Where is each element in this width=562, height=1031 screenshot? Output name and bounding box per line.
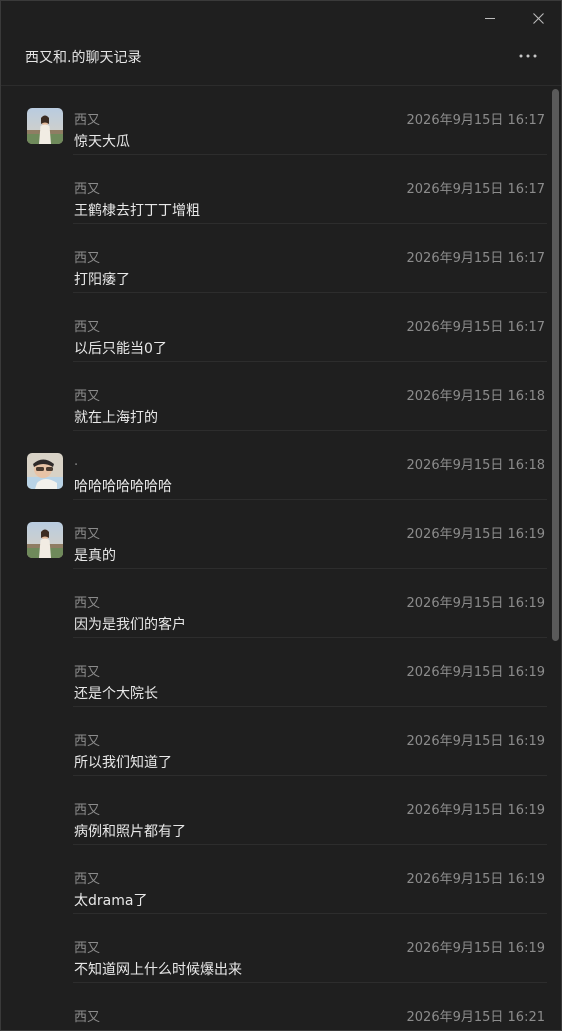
message-sender: 西又	[74, 941, 101, 956]
message-text: 所以我们知道了	[74, 755, 172, 771]
message-text: 惊天大瓜	[74, 134, 130, 150]
message-text: 还是个大院长	[74, 686, 158, 702]
message-timestamp: 2026年9月15日 16:18	[406, 389, 546, 404]
title-bar	[1, 1, 561, 35]
close-button[interactable]	[523, 5, 553, 31]
chat-history-window: 西又和.的聊天记录 西又 2026年9月15日 16:17 惊天大瓜 西又 2026年9…	[0, 0, 562, 1031]
message-timestamp: 2026年9月15日 16:17	[406, 320, 546, 335]
message-sender: 西又	[74, 320, 101, 335]
message-text: 王鹤棣去打丁丁增粗	[74, 203, 200, 219]
message-text: 病例和照片都有了	[74, 824, 186, 840]
message-row[interactable]: 西又 2026年9月15日 16:19 太drama了	[1, 845, 547, 914]
message-timestamp: 2026年9月15日 16:17	[406, 251, 546, 266]
message-timestamp: 2026年9月15日 16:19	[406, 665, 546, 680]
avatar[interactable]	[27, 453, 63, 489]
message-text: 就在上海打的	[74, 410, 158, 426]
message-sender: 西又	[74, 251, 101, 266]
message-timestamp: 2026年9月15日 16:17	[406, 113, 546, 128]
message-row[interactable]: 西又 2026年9月15日 16:17 以后只能当0了	[1, 293, 547, 362]
message-timestamp: 2026年9月15日 16:19	[406, 527, 546, 542]
message-row[interactable]: 西又 2026年9月15日 16:19 因为是我们的客户	[1, 569, 547, 638]
message-row[interactable]: 西又 2026年9月15日 16:19 还是个大院长	[1, 638, 547, 707]
message-text: 太drama了	[74, 893, 148, 909]
message-sender: .	[74, 454, 79, 469]
message-text: 哈哈哈哈哈哈哈	[74, 479, 172, 495]
minimize-icon	[485, 17, 495, 19]
message-timestamp: 2026年9月15日 16:19	[406, 941, 546, 956]
message-sender: 西又	[74, 803, 101, 818]
avatar[interactable]	[27, 108, 63, 144]
message-sender: 西又	[74, 389, 101, 404]
message-text: 是真的	[74, 548, 116, 564]
minimize-button[interactable]	[475, 5, 505, 31]
message-row[interactable]: 西又 2026年9月15日 16:21	[1, 983, 547, 1030]
message-timestamp: 2026年9月15日 16:19	[406, 596, 546, 611]
message-timestamp: 2026年9月15日 16:17	[406, 182, 546, 197]
message-sender: 西又	[74, 1010, 101, 1025]
message-text: 打阳痿了	[74, 272, 130, 288]
message-row[interactable]: 西又 2026年9月15日 16:17 惊天大瓜	[1, 86, 547, 155]
close-icon	[532, 12, 544, 24]
message-list[interactable]: 西又 2026年9月15日 16:17 惊天大瓜 西又 2026年9月15日 16:17…	[1, 86, 547, 1030]
message-row[interactable]: 西又 2026年9月15日 16:19 所以我们知道了	[1, 707, 547, 776]
message-timestamp: 2026年9月15日 16:21	[406, 1010, 546, 1025]
message-row[interactable]: . 2026年9月15日 16:18 哈哈哈哈哈哈哈	[1, 431, 547, 500]
message-row[interactable]: 西又 2026年9月15日 16:19 病例和照片都有了	[1, 776, 547, 845]
message-sender: 西又	[74, 665, 101, 680]
message-row[interactable]: 西又 2026年9月15日 16:17 打阳痿了	[1, 224, 547, 293]
message-row[interactable]: 西又 2026年9月15日 16:18 就在上海打的	[1, 362, 547, 431]
more-horizontal-icon	[519, 54, 537, 58]
message-sender: 西又	[74, 113, 101, 128]
message-sender: 西又	[74, 872, 101, 887]
message-timestamp: 2026年9月15日 16:19	[406, 803, 546, 818]
message-sender: 西又	[74, 527, 101, 542]
message-timestamp: 2026年9月15日 16:19	[406, 734, 546, 749]
avatar[interactable]	[27, 522, 63, 558]
message-sender: 西又	[74, 182, 101, 197]
more-options-button[interactable]	[517, 45, 539, 67]
message-row[interactable]: 西又 2026年9月15日 16:19 不知道网上什么时候爆出来	[1, 914, 547, 983]
chat-title: 西又和.的聊天记录	[25, 50, 142, 66]
message-text: 以后只能当0了	[74, 341, 167, 357]
message-sender: 西又	[74, 596, 101, 611]
scrollbar-thumb[interactable]	[552, 89, 559, 641]
chat-header: 西又和.的聊天记录	[1, 35, 561, 86]
message-text: 因为是我们的客户	[74, 617, 186, 633]
message-row[interactable]: 西又 2026年9月15日 16:17 王鹤棣去打丁丁增粗	[1, 155, 547, 224]
message-row[interactable]: 西又 2026年9月15日 16:19 是真的	[1, 500, 547, 569]
message-sender: 西又	[74, 734, 101, 749]
message-timestamp: 2026年9月15日 16:19	[406, 872, 546, 887]
message-text: 不知道网上什么时候爆出来	[74, 962, 242, 978]
message-timestamp: 2026年9月15日 16:18	[406, 458, 546, 473]
